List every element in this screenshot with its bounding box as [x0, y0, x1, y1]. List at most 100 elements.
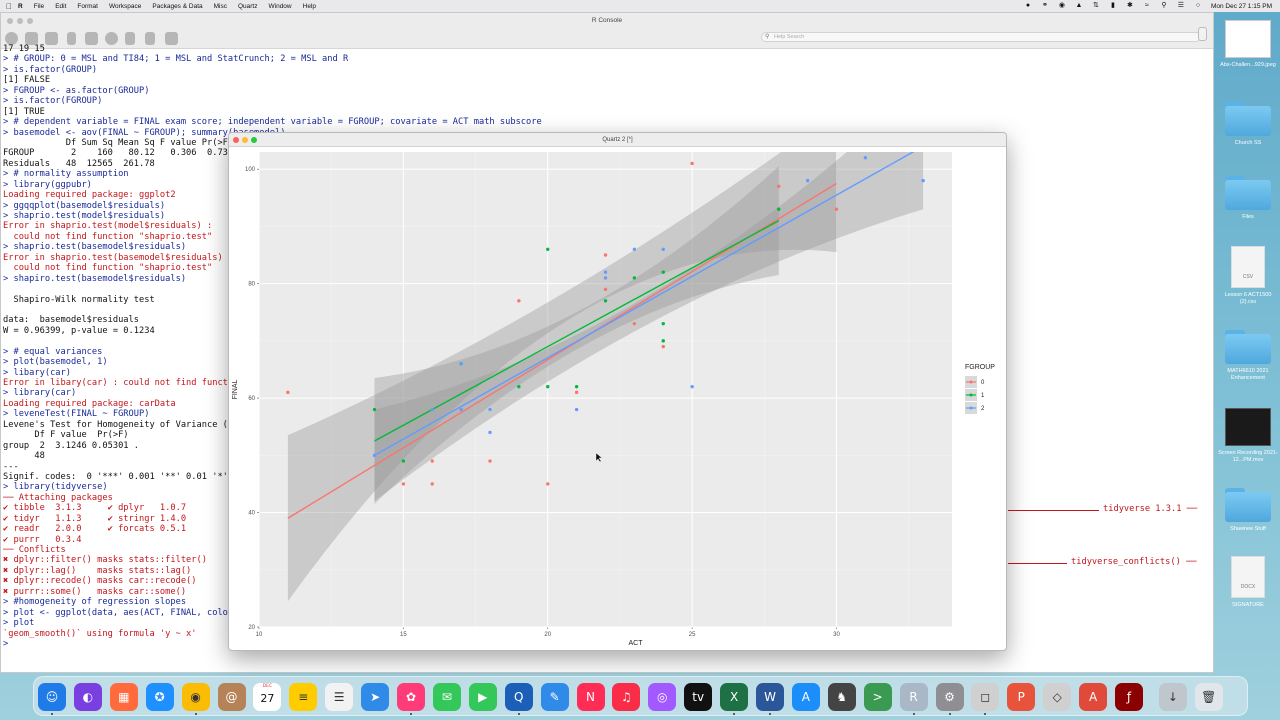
- search-icon[interactable]: ⚲: [1160, 2, 1168, 10]
- creative-cloud-icon[interactable]: ⚭: [1041, 2, 1049, 10]
- safari-icon[interactable]: ✪: [145, 683, 174, 711]
- desktop-icon[interactable]: DOCX SIGNATURE: [1217, 556, 1279, 609]
- preview-icon[interactable]: ◻: [971, 683, 1000, 711]
- apple-menu-icon[interactable]: : [0, 2, 18, 11]
- menu-help[interactable]: Help: [303, 3, 316, 10]
- menu-bar:  R File Edit Format Workspace Packages …: [0, 0, 1280, 12]
- word-icon[interactable]: W: [756, 683, 784, 711]
- podcasts-icon[interactable]: ◎: [648, 683, 677, 711]
- x-tick-label: 15: [400, 632, 407, 638]
- terminal-icon[interactable]: >: [863, 683, 892, 711]
- menubar-clock[interactable]: Mon Dec 27 1:15 PM: [1211, 3, 1272, 10]
- console-line: > FGROUP <- as.factor(GROUP): [3, 85, 150, 96]
- finder-helper-icon[interactable]: ◇: [1043, 683, 1072, 711]
- quartz-plot-window: Quartz 2 [*] 10 15 20 25 30 20 40 60 80 100 ACT FIN…: [228, 132, 1007, 651]
- help-search-input[interactable]: ⚲ Help Search: [761, 32, 1201, 42]
- facetime-icon[interactable]: ▶: [468, 683, 497, 711]
- r-icon[interactable]: R: [899, 683, 928, 711]
- running-indicator: [517, 713, 520, 715]
- document-icon: CSV: [1231, 246, 1265, 288]
- drawing-icon[interactable]: ✎: [540, 683, 569, 711]
- eye-icon[interactable]: ◉: [1058, 2, 1066, 10]
- menu-packages-data[interactable]: Packages & Data: [152, 3, 202, 10]
- trash-icon[interactable]: 🗑: [1194, 683, 1223, 711]
- data-point: [863, 156, 868, 160]
- r-console-titlebar[interactable]: R Console: [1, 13, 1213, 29]
- downloads-icon[interactable]: ↓: [1158, 683, 1187, 711]
- maps-icon[interactable]: ➤: [361, 683, 390, 711]
- console-line: > # GROUP: 0 = MSL and TI84; 1 = MSL and…: [3, 54, 349, 65]
- menu-file[interactable]: File: [34, 3, 44, 10]
- record-icon[interactable]: ●: [1024, 2, 1032, 10]
- quartz-close-button[interactable]: [233, 137, 239, 143]
- control-center-icon[interactable]: ☰: [1177, 2, 1185, 10]
- powerpoint-icon[interactable]: P: [1007, 683, 1036, 711]
- battery-icon[interactable]: ▮: [1109, 2, 1117, 10]
- contacts-icon[interactable]: @: [217, 683, 246, 711]
- desktop-icon[interactable]: Abs-Challen...929.jpeg: [1217, 20, 1279, 69]
- data-point: [603, 270, 608, 274]
- notes-icon[interactable]: ≡: [289, 683, 318, 711]
- updown-icon[interactable]: ⇅: [1092, 2, 1100, 10]
- desktop-icon[interactable]: Church SS: [1217, 102, 1279, 147]
- upload-icon[interactable]: ▲: [1075, 2, 1083, 10]
- desktop-icon-label: Lesson 6 ACT1500 (2).csv: [1224, 292, 1272, 305]
- menu-quartz[interactable]: Quartz: [238, 3, 258, 10]
- apple-tv-icon[interactable]: tv: [684, 683, 713, 711]
- data-point: [603, 253, 608, 257]
- menu-format[interactable]: Format: [77, 3, 98, 10]
- running-indicator: [984, 713, 987, 715]
- r-console-title: R Console: [591, 17, 623, 24]
- calendar-icon[interactable]: DEC 27: [253, 683, 282, 711]
- video-thumbnail-icon: [1225, 408, 1271, 446]
- messages-icon[interactable]: ✉: [432, 683, 461, 711]
- desktop-icon[interactable]: Shawnee Stuff: [1217, 488, 1279, 533]
- minimize-window-button[interactable]: [17, 18, 23, 24]
- menu-workspace[interactable]: Workspace: [109, 3, 141, 10]
- quartz-titlebar[interactable]: Quartz 2 [*]: [229, 133, 1006, 147]
- reminders-icon[interactable]: ☰: [325, 683, 354, 711]
- siri-icon[interactable]: ◐: [73, 683, 102, 711]
- legend-label: 1: [981, 393, 985, 399]
- legend-label: 0: [981, 380, 985, 386]
- menu-edit[interactable]: Edit: [55, 3, 66, 10]
- acrobat-icon[interactable]: A: [1079, 683, 1108, 711]
- app-store-icon[interactable]: A: [791, 683, 820, 711]
- wifi-icon[interactable]: ≈: [1143, 2, 1151, 10]
- quicktime-icon[interactable]: Q: [504, 683, 533, 711]
- flash-icon[interactable]: ƒ: [1115, 683, 1143, 711]
- chess-icon[interactable]: ♞: [827, 683, 856, 711]
- siri-icon[interactable]: ○: [1194, 2, 1202, 10]
- menu-misc[interactable]: Misc: [214, 3, 227, 10]
- desktop-icon[interactable]: Screen Recording 2021-12...PM.mov: [1217, 408, 1279, 464]
- folder-icon: [1225, 330, 1271, 364]
- scroll-button[interactable]: [1198, 27, 1207, 41]
- data-point: [834, 207, 839, 211]
- legend-key-point: [969, 406, 973, 410]
- zoom-window-button[interactable]: [27, 18, 33, 24]
- data-point: [430, 459, 434, 463]
- desktop-icon[interactable]: Files: [1217, 176, 1279, 221]
- music-icon[interactable]: ♫: [612, 683, 641, 711]
- chrome-icon[interactable]: ◉: [181, 683, 210, 711]
- close-window-button[interactable]: [7, 18, 13, 24]
- console-line: 17 19 15: [3, 44, 45, 54]
- excel-icon[interactable]: X: [720, 683, 749, 711]
- launchpad-icon[interactable]: ▦: [109, 683, 138, 711]
- news-icon[interactable]: N: [576, 683, 605, 711]
- photos-icon[interactable]: ✿: [397, 683, 425, 711]
- menu-window[interactable]: Window: [269, 3, 292, 10]
- data-point: [632, 321, 637, 326]
- system-preferences-icon[interactable]: ⚙: [935, 683, 964, 711]
- console-line: > is.factor(GROUP): [3, 64, 98, 75]
- desktop-icon[interactable]: MATH6610 2021 Enhancement: [1217, 330, 1279, 382]
- bluetooth-icon[interactable]: ✱: [1126, 2, 1134, 10]
- data-point: [546, 247, 550, 251]
- desktop-icon[interactable]: CSV Lesson 6 ACT1500 (2).csv: [1217, 246, 1279, 306]
- finder-icon[interactable]: ☺: [38, 683, 66, 711]
- running-indicator: [769, 713, 771, 715]
- menu-app-r[interactable]: R: [18, 3, 23, 10]
- quartz-zoom-button[interactable]: [251, 137, 257, 143]
- desktop-icon-label: SIGNATURE: [1232, 602, 1264, 608]
- quartz-minimize-button[interactable]: [242, 137, 248, 143]
